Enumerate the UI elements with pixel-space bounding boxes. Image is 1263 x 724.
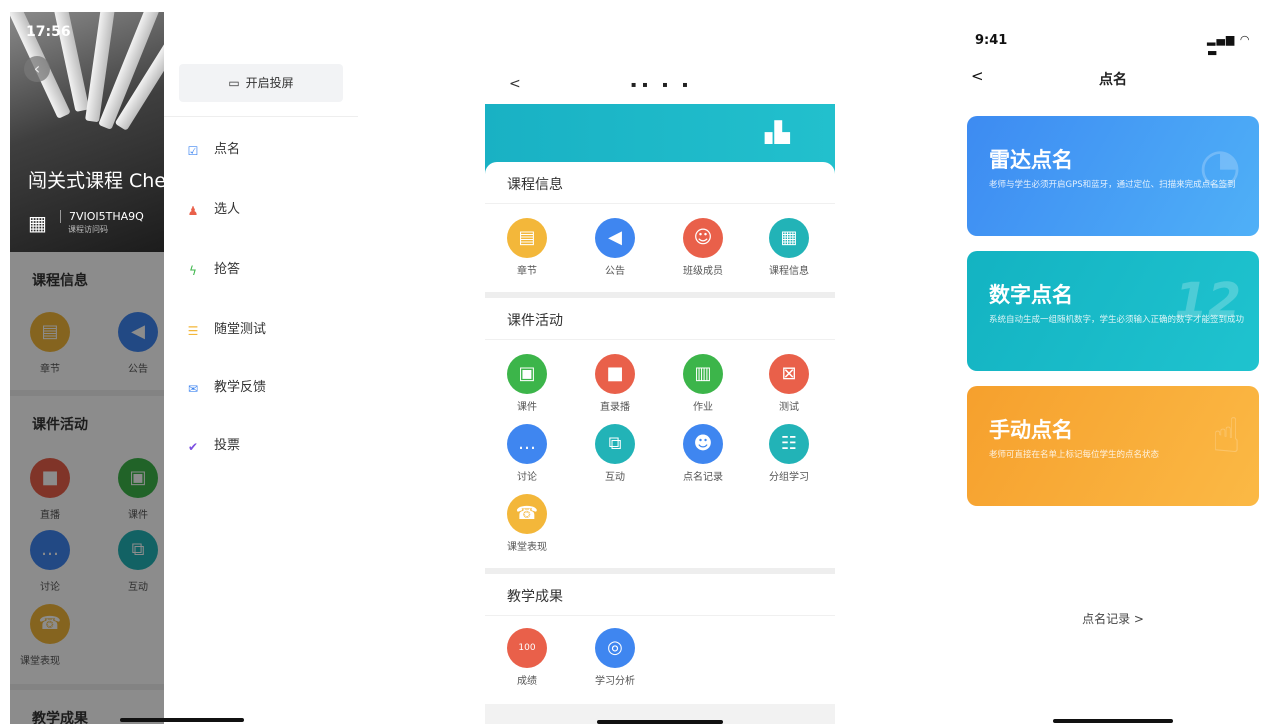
learning-analysis-icon[interactable]: ◎ <box>595 628 635 668</box>
home-indicator <box>1053 719 1173 723</box>
manual-roll-call-title: 手动点名 <box>989 418 1073 442</box>
section-title-info: 课程信息 <box>485 162 835 204</box>
homework-icon[interactable]: ▥ <box>683 354 723 394</box>
signal-wifi-battery-icon: ▂▄▆ ◠ ▬ <box>1207 33 1251 59</box>
screen-roll-call: 9:41 ▂▄▆ ◠ ▬ < 点名 雷达点名 老师与学生必须开启GPS和蓝牙，通… <box>955 25 1263 724</box>
drawer-item-label: 点名 <box>214 142 241 157</box>
roll-call-record-label: 点名记录 <box>683 472 723 483</box>
numbers-icon: 12 <box>1174 273 1241 329</box>
announcement-icon[interactable]: ◀ <box>595 218 635 258</box>
grades-icon[interactable]: 100 <box>507 628 547 668</box>
side-drawer: ▭ 开启投屏 ☑ 点名 ♟ 选人 ϟ 抢答 ☰ 随堂测试 ✉ 教学反馈 ✔ 投票 <box>164 12 358 724</box>
announcement-label: 公告 <box>605 266 625 277</box>
calendar-check-icon: ☑ <box>187 144 199 158</box>
drawer-item-label: 抢答 <box>214 262 241 277</box>
vote-check-icon: ✔ <box>187 440 199 454</box>
cast-label: 开启投屏 <box>245 76 294 90</box>
nav-title-redacted: ▪▪ ▪ ▪ <box>631 80 694 89</box>
drawer-item-label: 选人 <box>214 202 241 217</box>
lightning-icon: ϟ <box>189 264 197 278</box>
test-icon[interactable]: ⊠ <box>769 354 809 394</box>
course-info-label: 课程信息 <box>769 266 809 277</box>
status-time: 9:41 <box>975 33 1008 48</box>
home-indicator <box>597 720 723 724</box>
cast-icon: ▭ <box>228 76 240 90</box>
radar-roll-call-title: 雷达点名 <box>989 148 1073 172</box>
manual-roll-call-card[interactable]: 手动点名 老师可直接在名单上标记每位学生的点名状态 ☝ <box>967 386 1259 506</box>
discussion-label: 讨论 <box>517 472 537 483</box>
screen-course-drawer: 17:56 ‹ 闯关式课程 Che ▦ 7VIOI5THA9Q 课程访问码 课程… <box>10 12 358 724</box>
page-title: 点名 <box>1099 72 1127 88</box>
drawer-item-quick-answer[interactable]: ϟ 抢答 <box>186 258 240 282</box>
back-button[interactable]: ‹ <box>24 56 50 82</box>
homework-label: 作业 <box>693 402 713 413</box>
drawer-item-roll-call[interactable]: ☑ 点名 <box>186 138 240 162</box>
group-study-label: 分组学习 <box>769 472 809 483</box>
status-time: 17:56 <box>26 24 71 40</box>
drawer-item-pick-student[interactable]: ♟ 选人 <box>186 198 240 222</box>
drawer-item-label: 教学反馈 <box>214 380 267 395</box>
person-icon: ♟ <box>187 204 199 218</box>
section-title-results: 教学成果 <box>485 574 835 616</box>
class-members-icon[interactable]: ☺ <box>683 218 723 258</box>
back-button[interactable]: < <box>509 76 521 92</box>
courseware-icon[interactable]: ▣ <box>507 354 547 394</box>
class-performance-label: 课堂表现 <box>507 542 547 553</box>
test-label: 测试 <box>779 402 799 413</box>
number-roll-call-card[interactable]: 数字点名 系统自动生成一组随机数字，学生必须输入正确的数字才能签到成功 12 <box>967 251 1259 371</box>
roll-call-record-icon[interactable]: ☻ <box>683 424 723 464</box>
chapter-label: 章节 <box>517 266 537 277</box>
drawer-item-label: 投票 <box>214 438 241 453</box>
section-title-activity: 课件活动 <box>485 298 835 340</box>
class-members-label: 班级成员 <box>683 266 723 277</box>
radar-roll-call-card[interactable]: 雷达点名 老师与学生必须开启GPS和蓝牙，通过定位、扫描来完成点名签到 ◔ <box>967 116 1259 236</box>
recorded-live-label: 直录播 <box>600 402 630 413</box>
screen-course-home: < ▪▪ ▪ ▪ ▗▙ 课程信息 ▤ 章节 ◀ 公告 ☺ 班级成员 ▦ 课程信息… <box>485 68 835 724</box>
course-content: 课程信息 ▤ 章节 ◀ 公告 ☺ 班级成员 ▦ 课程信息 课件活动 ▣ 课件 ■… <box>485 162 835 724</box>
learning-analysis-label: 学习分析 <box>595 676 635 687</box>
number-roll-call-title: 数字点名 <box>989 283 1073 307</box>
chevron-left-icon: ‹ <box>33 59 41 78</box>
chapter-icon[interactable]: ▤ <box>507 218 547 258</box>
qr-code-icon[interactable]: ▦ <box>28 212 50 234</box>
course-code: 7VIOI5THA9Q <box>60 210 144 223</box>
course-logo-icon: ▗▙ <box>757 120 792 144</box>
discussion-icon[interactable]: … <box>507 424 547 464</box>
courseware-label: 课件 <box>517 402 537 413</box>
group-study-icon[interactable]: ☷ <box>769 424 809 464</box>
interaction-label: 互动 <box>605 472 625 483</box>
hand-pointer-icon: ☝ <box>1211 408 1241 464</box>
radar-icon: ◔ <box>1199 138 1241 194</box>
quiz-icon: ☰ <box>187 324 199 338</box>
drawer-item-feedback[interactable]: ✉ 教学反馈 <box>186 376 266 400</box>
mail-icon: ✉ <box>187 382 199 396</box>
course-code-label: 课程访问码 <box>68 225 108 234</box>
class-performance-icon[interactable]: ☎ <box>507 494 547 534</box>
home-indicator <box>120 718 244 722</box>
roll-call-record-link[interactable]: 点名记录 > <box>955 610 1263 627</box>
interaction-icon[interactable]: ⧉ <box>595 424 635 464</box>
course-info-icon[interactable]: ▦ <box>769 218 809 258</box>
course-title: 闯关式课程 Che <box>28 170 164 192</box>
drawer-item-quiz[interactable]: ☰ 随堂测试 <box>186 318 266 342</box>
grades-label: 成绩 <box>517 676 537 687</box>
drawer-item-vote[interactable]: ✔ 投票 <box>186 434 240 458</box>
start-casting-button[interactable]: ▭ 开启投屏 <box>179 64 343 102</box>
recorded-live-icon[interactable]: ■ <box>595 354 635 394</box>
drawer-item-label: 随堂测试 <box>214 322 267 337</box>
drawer-overlay[interactable] <box>10 252 164 724</box>
